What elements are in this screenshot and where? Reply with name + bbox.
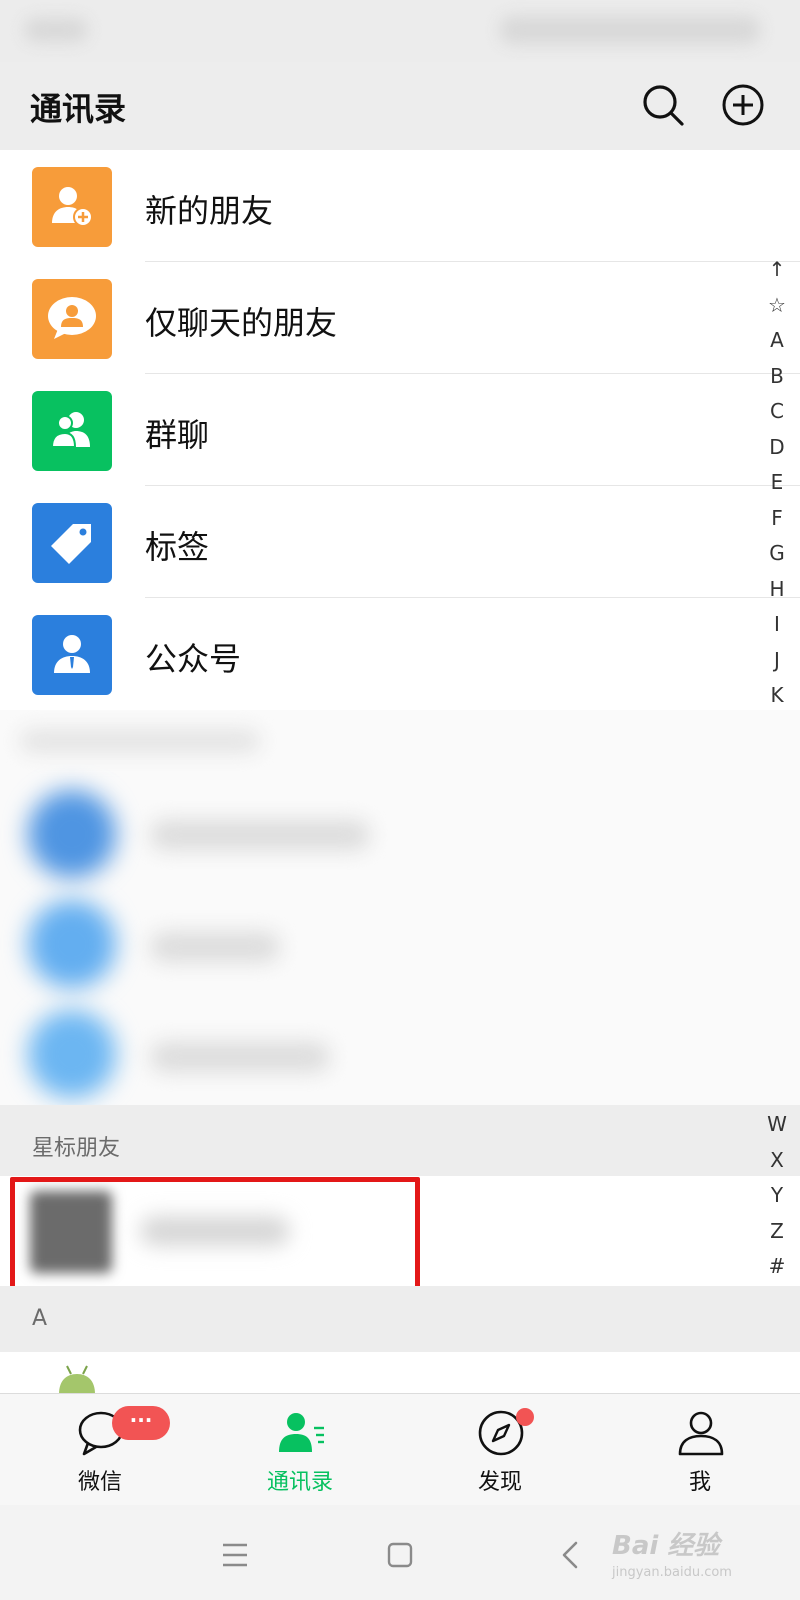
section-a: A (0, 1286, 800, 1352)
notification-dot (516, 1408, 534, 1426)
func-label: 公众号 (145, 640, 242, 678)
status-bar (0, 0, 800, 62)
blurred-avatar (28, 900, 116, 988)
chat-only-icon (32, 279, 112, 359)
menu-icon[interactable] (215, 1535, 255, 1575)
alpha-index-letter[interactable]: # (769, 1249, 786, 1285)
alpha-index-letter[interactable]: B (770, 359, 784, 395)
highlight-box (10, 1177, 420, 1293)
tab-me[interactable]: 我 (600, 1394, 800, 1506)
search-icon[interactable] (640, 82, 686, 128)
blurred-avatar (28, 1010, 116, 1098)
alpha-index-letter[interactable]: K (770, 678, 783, 714)
blurred-contacts (0, 710, 800, 1105)
status-icons-blur (500, 16, 760, 44)
system-nav-bar: Bai 经验 jingyan.baidu.com (0, 1505, 800, 1600)
alpha-index-letter[interactable]: W (767, 1107, 787, 1143)
watermark-text: Bai 经验 (612, 1531, 720, 1561)
alpha-index-letter[interactable]: Y (771, 1178, 783, 1214)
watermark: Bai 经验 jingyan.baidu.com (612, 1525, 762, 1585)
tag-icon (32, 503, 112, 583)
alpha-index-letter[interactable]: G (769, 536, 785, 572)
person-icon (678, 1411, 724, 1456)
alpha-index-top[interactable]: ↑ ☆ A B C D E F G H I J K (762, 252, 792, 714)
function-list: 新的朋友 仅聊天的朋友 群聊 标签 公众号 (0, 150, 800, 710)
func-chat-only-friends[interactable]: 仅聊天的朋友 (0, 262, 800, 374)
unread-badge: ··· (112, 1406, 170, 1440)
alpha-index-letter[interactable]: H (769, 572, 784, 608)
alpha-index-letter[interactable]: D (769, 430, 784, 466)
section-label: 星标朋友 (32, 1136, 121, 1161)
home-icon[interactable] (380, 1535, 420, 1575)
back-icon[interactable] (550, 1535, 590, 1575)
tab-label: 我 (688, 1470, 711, 1495)
alpha-index-letter[interactable]: E (771, 465, 784, 501)
blurred-name (150, 1042, 330, 1072)
tab-label: 发现 (477, 1470, 522, 1495)
func-label: 标签 (145, 528, 210, 566)
alpha-index-letter[interactable]: Z (770, 1214, 784, 1250)
group-chat-icon (32, 391, 112, 471)
func-tags[interactable]: 标签 (0, 486, 800, 598)
android-avatar-icon (59, 1365, 95, 1394)
func-label: 群聊 (145, 416, 210, 454)
page-title: 通讯录 (30, 90, 127, 128)
status-time-blur (24, 18, 88, 42)
tab-label: 微信 (77, 1470, 122, 1495)
section-starred: 星标朋友 (0, 1110, 800, 1176)
tab-chats[interactable]: ··· 微信 (0, 1394, 200, 1506)
func-label: 新的朋友 (145, 192, 274, 230)
alpha-index-bottom[interactable]: W X Y Z # (762, 1107, 792, 1285)
func-official-accounts[interactable]: 公众号 (0, 598, 800, 710)
section-label: A (32, 1306, 48, 1331)
add-icon[interactable] (720, 82, 766, 128)
func-label: 仅聊天的朋友 (145, 304, 338, 342)
contacts-icon (279, 1413, 324, 1452)
blur-section-header (20, 730, 260, 752)
blurred-avatar (28, 790, 116, 878)
func-group-chats[interactable]: 群聊 (0, 374, 800, 486)
blurred-name (150, 932, 280, 962)
tab-label: 通讯录 (266, 1470, 333, 1495)
alpha-index-letter[interactable]: ☆ (768, 288, 786, 324)
official-account-icon (32, 615, 112, 695)
alpha-index-letter[interactable]: J (774, 643, 780, 679)
header: 通讯录 (0, 62, 800, 150)
func-new-friends[interactable]: 新的朋友 (0, 150, 800, 262)
tab-discover[interactable]: 发现 (400, 1394, 600, 1506)
tab-bar: ··· 微信 通讯录 发现 我 (0, 1393, 800, 1505)
add-friend-icon (32, 167, 112, 247)
alpha-index-letter[interactable]: I (774, 607, 780, 643)
alpha-index-letter[interactable]: X (770, 1143, 784, 1179)
alpha-index-letter[interactable]: C (770, 394, 784, 430)
tab-contacts[interactable]: 通讯录 (200, 1394, 400, 1506)
alpha-index-letter[interactable]: F (771, 501, 783, 537)
alpha-index-letter[interactable]: A (770, 323, 784, 359)
contact-row-a[interactable] (0, 1352, 800, 1394)
blurred-name (150, 820, 370, 850)
watermark-sub: jingyan.baidu.com (612, 1565, 732, 1580)
alpha-index-letter[interactable]: ↑ (769, 252, 786, 288)
